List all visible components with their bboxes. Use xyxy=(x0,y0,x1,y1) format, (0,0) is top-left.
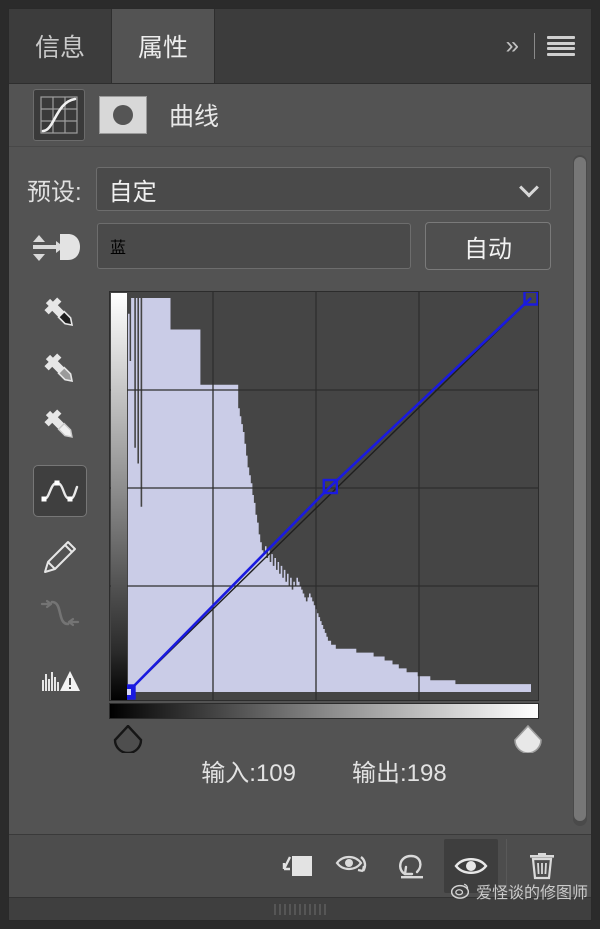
adjustment-title: 曲线 xyxy=(169,103,220,131)
curves-graph[interactable] xyxy=(109,291,539,701)
tab-bar-spacer xyxy=(215,9,500,83)
vertical-output-gradient xyxy=(111,293,127,700)
preset-label: 预设: xyxy=(27,178,82,206)
chevron-down-icon xyxy=(519,177,539,198)
black-point-eyedropper-icon[interactable] xyxy=(33,287,87,339)
input-readout: 输入:109 xyxy=(201,753,296,788)
reset-arrow-icon xyxy=(399,854,423,879)
channel-select[interactable]: 蓝 xyxy=(97,223,411,269)
white-point-slider-icon[interactable] xyxy=(513,724,543,754)
curve-point-tool-icon[interactable] xyxy=(33,465,87,517)
input-value: 109 xyxy=(255,760,296,787)
curves-tool-column xyxy=(29,287,91,705)
panel-resize-grip[interactable] xyxy=(274,903,326,915)
double-chevron-right-icon[interactable]: » xyxy=(500,32,522,60)
tab-info[interactable]: 信息 xyxy=(9,9,113,83)
auto-button[interactable]: 自动 xyxy=(425,222,551,270)
mask-shape xyxy=(113,105,133,125)
curves-adjustment-icon xyxy=(33,89,85,141)
preset-select[interactable]: 自定 xyxy=(95,167,551,211)
curves-graph-plot[interactable] xyxy=(109,291,539,701)
tab-bar-divider xyxy=(534,33,535,59)
weibo-logo-icon xyxy=(450,883,470,899)
adjustment-header: 曲线 xyxy=(9,84,591,147)
panel-body: 预设: 自定 蓝 自动 输入:109 输出:198 xyxy=(9,147,591,834)
preset-value: 自定 xyxy=(108,178,157,206)
tab-properties[interactable]: 属性 xyxy=(112,9,216,83)
output-readout: 输出:198 xyxy=(352,753,447,788)
input-label: 输入: xyxy=(201,760,256,787)
clip-to-layer-icon xyxy=(282,856,312,876)
targeted-adjustment-tool-icon[interactable] xyxy=(27,226,83,266)
eye-previous-state-icon xyxy=(335,855,367,873)
black-point-slider-icon[interactable] xyxy=(113,724,143,755)
channel-row: 蓝 自动 xyxy=(27,222,551,270)
tab-bar-controls: » xyxy=(499,9,591,83)
clip-to-layer-button[interactable] xyxy=(270,839,324,893)
gray-point-eyedropper-icon[interactable] xyxy=(33,343,87,395)
tab-info-label: 信息 xyxy=(35,34,86,62)
panel-tab-bar: 信息 属性 » xyxy=(9,9,591,84)
histogram-warning-icon[interactable] xyxy=(33,653,87,705)
tab-properties-label: 属性 xyxy=(138,34,189,62)
white-point-eyedropper-icon[interactable] xyxy=(33,399,87,451)
smooth-curve-icon[interactable] xyxy=(33,587,87,639)
auto-button-label: 自动 xyxy=(464,235,512,263)
horizontal-input-gradient xyxy=(109,703,539,719)
view-previous-state-button[interactable] xyxy=(328,839,382,893)
weibo-watermark-text: 爱怪谈的修图师 xyxy=(475,885,588,902)
output-label: 输出: xyxy=(352,760,407,787)
channel-value: 蓝 xyxy=(110,240,127,257)
vertical-scrollbar[interactable] xyxy=(573,155,587,826)
properties-panel: 信息 属性 » 曲线 预设: 自定 蓝 自动 输入:109 输出:198 xyxy=(8,8,592,921)
vertical-scrollbar-thumb[interactable] xyxy=(574,157,586,822)
pencil-tool-icon[interactable] xyxy=(33,531,87,583)
weibo-watermark: 爱怪谈的修图师 xyxy=(450,879,588,903)
curve-readout: 输入:109 输出:198 xyxy=(109,753,539,788)
hamburger-menu-icon[interactable] xyxy=(547,36,575,56)
reset-adjustment-button[interactable] xyxy=(386,839,440,893)
curves-graph-svg xyxy=(110,292,538,700)
output-value: 198 xyxy=(406,760,447,787)
preset-row: 预设: 自定 xyxy=(27,167,551,211)
layer-mask-thumbnail-icon[interactable] xyxy=(99,96,147,134)
